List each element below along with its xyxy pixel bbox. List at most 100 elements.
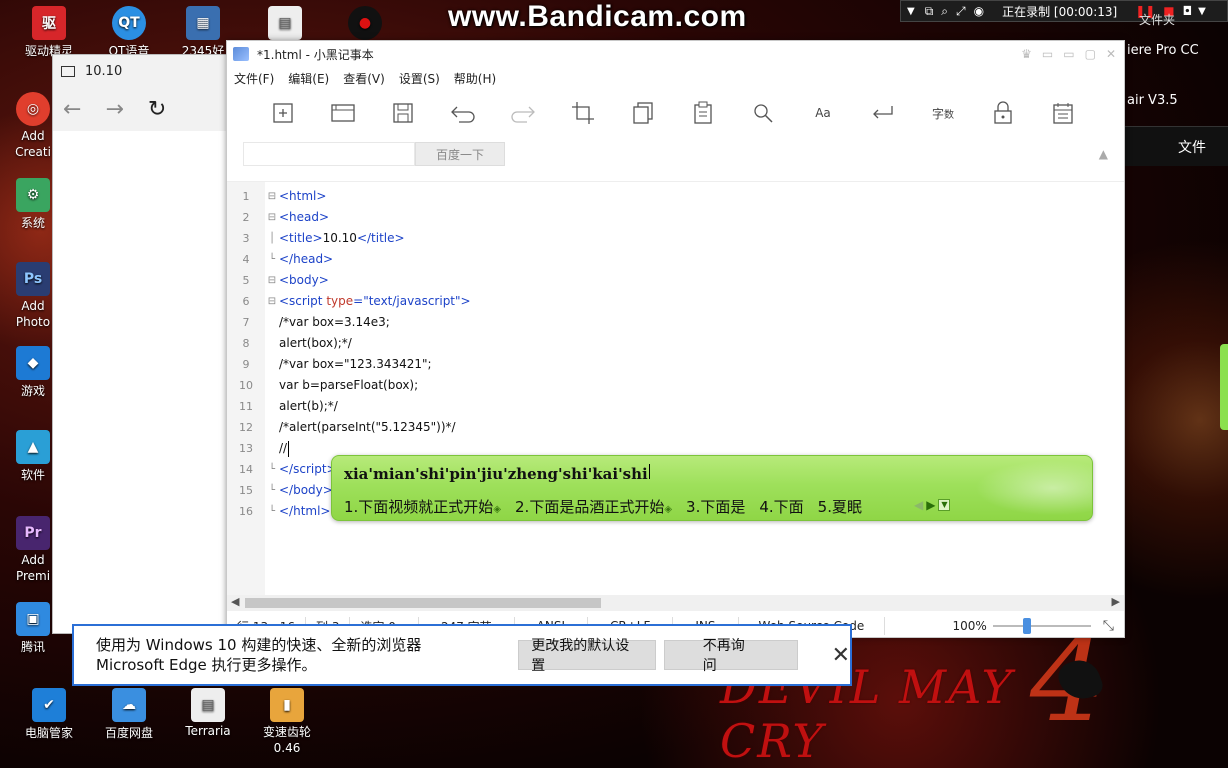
paste-icon[interactable] bbox=[673, 95, 733, 131]
code-line: /*var box="123.343421"; bbox=[279, 357, 432, 371]
ime-candidate[interactable]: 5.夏眠 bbox=[818, 496, 862, 517]
restore-icon[interactable]: ⧉ bbox=[925, 4, 934, 19]
close-icon[interactable]: ✕ bbox=[832, 643, 850, 668]
fold-icon[interactable]: ⊟ bbox=[265, 186, 279, 207]
menu-settings[interactable]: 设置(S) bbox=[398, 70, 447, 87]
collapse-icon[interactable]: ▲ bbox=[1099, 147, 1108, 161]
desktop-icon-label: 软件 bbox=[20, 468, 45, 482]
right-side-desktop: iere Pro CC air V3.5 文件 bbox=[1125, 40, 1228, 620]
desktop-icon-qt-voice[interactable]: QT QT语音 bbox=[94, 6, 164, 59]
line-number: 14 bbox=[239, 463, 253, 476]
tab-icon bbox=[61, 65, 75, 77]
desktop-icon-photoshop[interactable]: Ps Add Photo bbox=[8, 262, 58, 330]
desktop-icon-label: 游戏 bbox=[20, 384, 45, 398]
resize-icon[interactable]: ⤢ bbox=[956, 4, 966, 19]
ime-candidates: 1.下面视频就正式开始◈ 2.下面是品酒正式开始◈ 3.下面是 4.下面 5.夏… bbox=[344, 496, 862, 517]
expand-icon[interactable]: ▼ bbox=[938, 499, 951, 511]
dont-ask-button[interactable]: 不再询问 bbox=[663, 638, 798, 674]
menu-edit[interactable]: 编辑(E) bbox=[287, 70, 336, 87]
fold-icon[interactable]: ⊟ bbox=[265, 207, 279, 228]
back-icon[interactable]: ← bbox=[63, 97, 81, 122]
ime-candidate[interactable]: 2.下面是品酒正式开始◈ bbox=[515, 496, 672, 517]
find-icon[interactable] bbox=[733, 95, 793, 131]
scroll-right-icon[interactable]: ▶ bbox=[1112, 595, 1120, 608]
next-page-icon[interactable]: ▶ bbox=[926, 498, 935, 512]
forward-icon[interactable]: → bbox=[105, 97, 123, 122]
search-icon[interactable]: ⌕ bbox=[941, 4, 948, 19]
software-icon: ▲ bbox=[16, 430, 50, 464]
open-icon[interactable] bbox=[313, 95, 373, 131]
prev-page-icon[interactable]: ◀ bbox=[914, 498, 923, 512]
close-icon[interactable]: ✕ bbox=[1106, 47, 1116, 61]
copy-icon[interactable] bbox=[613, 95, 673, 131]
desktop-icon-file[interactable]: ▤ bbox=[250, 6, 320, 42]
record-indicator-icon: ◉ bbox=[973, 4, 985, 18]
lock-icon[interactable] bbox=[973, 95, 1033, 131]
minimize-icon[interactable]: ▭ bbox=[1042, 47, 1053, 61]
desktop-icon-premiere[interactable]: Pr Add Premi bbox=[8, 516, 58, 584]
ime-candidate[interactable]: 1.下面视频就正式开始◈ bbox=[344, 496, 501, 517]
text-caret bbox=[288, 440, 290, 457]
refresh-icon[interactable]: ↻ bbox=[148, 97, 166, 122]
baidu-search-button[interactable]: 百度一下 bbox=[415, 142, 505, 166]
desktop-icon-software[interactable]: ▲ 软件 bbox=[8, 430, 58, 483]
menu-file[interactable]: 文件(F) bbox=[233, 70, 281, 87]
desktop-icon-adobe-creative[interactable]: ◎ Add Creati bbox=[8, 92, 58, 160]
code-line: alert(b);*/ bbox=[279, 399, 338, 413]
desktop-icon-label: 变速齿轮 0.46 bbox=[262, 725, 311, 755]
wrap-icon[interactable] bbox=[853, 95, 913, 131]
attr-name: type bbox=[326, 294, 354, 308]
toolbar: Aa 字数 bbox=[227, 89, 1124, 137]
desktop-icon-terraria[interactable]: ▤ Terraria bbox=[173, 688, 243, 738]
desktop-icon-label: Terraria bbox=[185, 724, 231, 738]
zoom-slider-knob[interactable] bbox=[1023, 618, 1032, 634]
scroll-thumb[interactable] bbox=[245, 598, 601, 608]
desktop-icon-tencent[interactable]: ▣ 腾讯 bbox=[8, 602, 58, 655]
zoom-slider[interactable] bbox=[992, 618, 1091, 634]
redo-icon[interactable] bbox=[493, 95, 553, 131]
save-icon[interactable] bbox=[373, 95, 433, 131]
desktop-icon-baidu-netdisk[interactable]: ☁ 百度网盘 bbox=[94, 688, 164, 741]
desktop-icon-driver-genius[interactable]: 驱 驱动精灵 bbox=[14, 6, 84, 59]
code-line: │ <title> 10.10 </title> bbox=[265, 228, 1124, 249]
menu-view[interactable]: 查看(V) bbox=[342, 70, 392, 87]
fullscreen-icon[interactable]: ⤡ bbox=[1103, 618, 1114, 634]
baidu-search-input[interactable] bbox=[243, 142, 415, 166]
horizontal-scrollbar[interactable]: ◀ ▶ bbox=[227, 595, 1124, 611]
desktop-icon-speed-gear[interactable]: ▮ 变速齿轮 0.46 bbox=[252, 688, 322, 756]
undo-icon[interactable] bbox=[433, 95, 493, 131]
line-number: 11 bbox=[239, 400, 253, 413]
code-area[interactable]: ⊟ <html> ⊟ <head> │ <title> 10.10 </title> └ <… bbox=[265, 182, 1124, 595]
scroll-left-icon[interactable]: ◀ bbox=[231, 595, 239, 608]
camera-icon[interactable]: ◘ bbox=[1183, 4, 1193, 18]
menu-help[interactable]: 帮助(H) bbox=[453, 70, 503, 87]
calendar-icon[interactable] bbox=[1033, 95, 1093, 131]
code-editor[interactable]: 1 2 3 4 5 6 7 8 9 10 11 12 13 14 15 16 ⊟… bbox=[227, 181, 1124, 595]
file-menu-label[interactable]: 文件 bbox=[1178, 137, 1206, 157]
browser-tab[interactable]: 10.10 bbox=[53, 55, 231, 87]
fold-icon[interactable]: ⊟ bbox=[265, 291, 279, 312]
desktop-icon-bandicam[interactable]: ● bbox=[330, 6, 400, 42]
change-default-button[interactable]: 更改我的默认设置 bbox=[518, 638, 656, 674]
ime-candidate[interactable]: 3.下面是 bbox=[686, 496, 745, 517]
skin-icon[interactable]: ♛ bbox=[1021, 47, 1032, 61]
ime-pager: ◀ ▶ ▼ bbox=[914, 498, 951, 512]
crop-icon[interactable] bbox=[553, 95, 613, 131]
replace-icon[interactable]: Aa bbox=[793, 95, 853, 131]
maximize-icon[interactable]: ▢ bbox=[1085, 47, 1096, 61]
new-icon[interactable] bbox=[253, 95, 313, 131]
explorer-fragment: 文件 bbox=[1125, 126, 1228, 166]
fold-icon[interactable]: ⊟ bbox=[265, 270, 279, 291]
search-row: 百度一下 ▲ bbox=[227, 137, 1124, 171]
menu-bar: 文件(F) 编辑(E) 查看(V) 设置(S) 帮助(H) bbox=[227, 67, 1124, 89]
desktop-icon-system[interactable]: ⚙ 系统 bbox=[8, 178, 58, 231]
restore-icon[interactable]: ▭ bbox=[1063, 47, 1074, 61]
archive-icon: ▦ bbox=[186, 6, 220, 40]
word-count-icon[interactable]: 字数 bbox=[913, 95, 973, 131]
desktop-icon-pc-manager[interactable]: ✔ 电脑管家 bbox=[14, 688, 84, 741]
menu-icon[interactable]: ▼ bbox=[1198, 6, 1206, 17]
dropdown-icon[interactable]: ▼ bbox=[907, 6, 915, 17]
desktop-icon-games[interactable]: ◆ 游戏 bbox=[8, 346, 58, 399]
eye-icon: ◈ bbox=[493, 504, 502, 515]
ime-candidate[interactable]: 4.下面 bbox=[759, 496, 803, 517]
